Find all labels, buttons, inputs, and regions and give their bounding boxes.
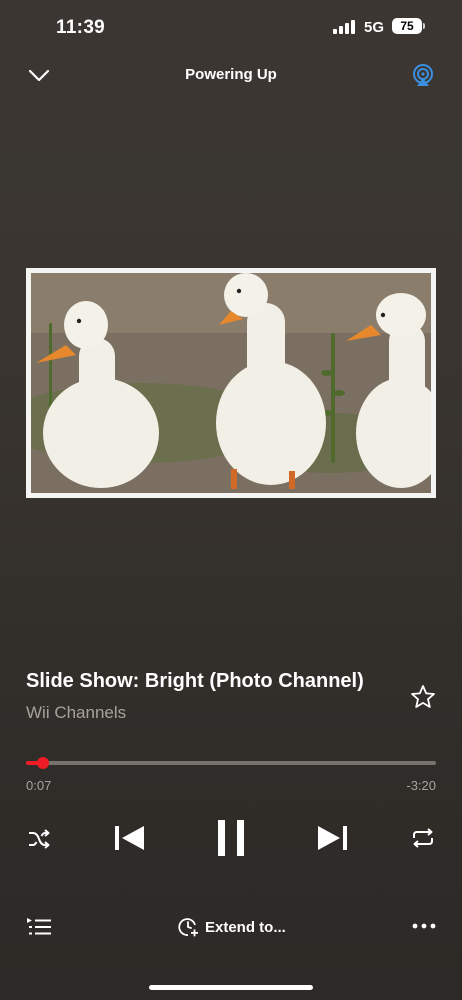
queue-icon[interactable]	[27, 917, 51, 937]
bottom-bar: Extend to...	[0, 910, 462, 944]
repeat-icon[interactable]	[411, 827, 435, 849]
elapsed-time: 0:07	[26, 778, 52, 793]
timer-add-icon	[178, 918, 198, 937]
home-indicator[interactable]	[149, 985, 313, 990]
skip-next-icon[interactable]	[316, 824, 348, 852]
album-artwork	[26, 268, 436, 498]
player-header: Powering Up	[0, 60, 462, 92]
shuffle-icon[interactable]	[27, 828, 51, 850]
track-title: Slide Show: Bright (Photo Channel)	[26, 670, 364, 692]
progress-slider[interactable]	[26, 757, 436, 769]
battery-tip	[423, 23, 425, 29]
pause-icon[interactable]	[217, 820, 245, 856]
track-artist[interactable]: Wii Channels	[26, 703, 406, 723]
skip-previous-icon[interactable]	[114, 824, 146, 852]
star-outline-icon[interactable]	[410, 684, 436, 710]
network-type: 5G	[364, 19, 385, 36]
track-info: Slide Show: Bright (Photo Channel) Wii C…	[26, 670, 406, 723]
signal-icon	[333, 20, 355, 34]
status-bar: 11:39 5G 75	[0, 0, 462, 54]
ducks-photo	[31, 273, 431, 493]
progress-knob[interactable]	[37, 757, 49, 769]
progress-track	[26, 761, 436, 765]
status-time: 11:39	[56, 17, 106, 38]
extend-button[interactable]: Extend to...	[178, 915, 286, 939]
playlist-title: Powering Up	[185, 66, 277, 83]
remaining-time: -3:20	[406, 778, 436, 793]
airplay-icon[interactable]	[410, 62, 436, 88]
extend-label: Extend to...	[205, 918, 286, 936]
battery-indicator: 75	[392, 18, 422, 34]
more-horizontal-icon[interactable]	[412, 923, 436, 929]
